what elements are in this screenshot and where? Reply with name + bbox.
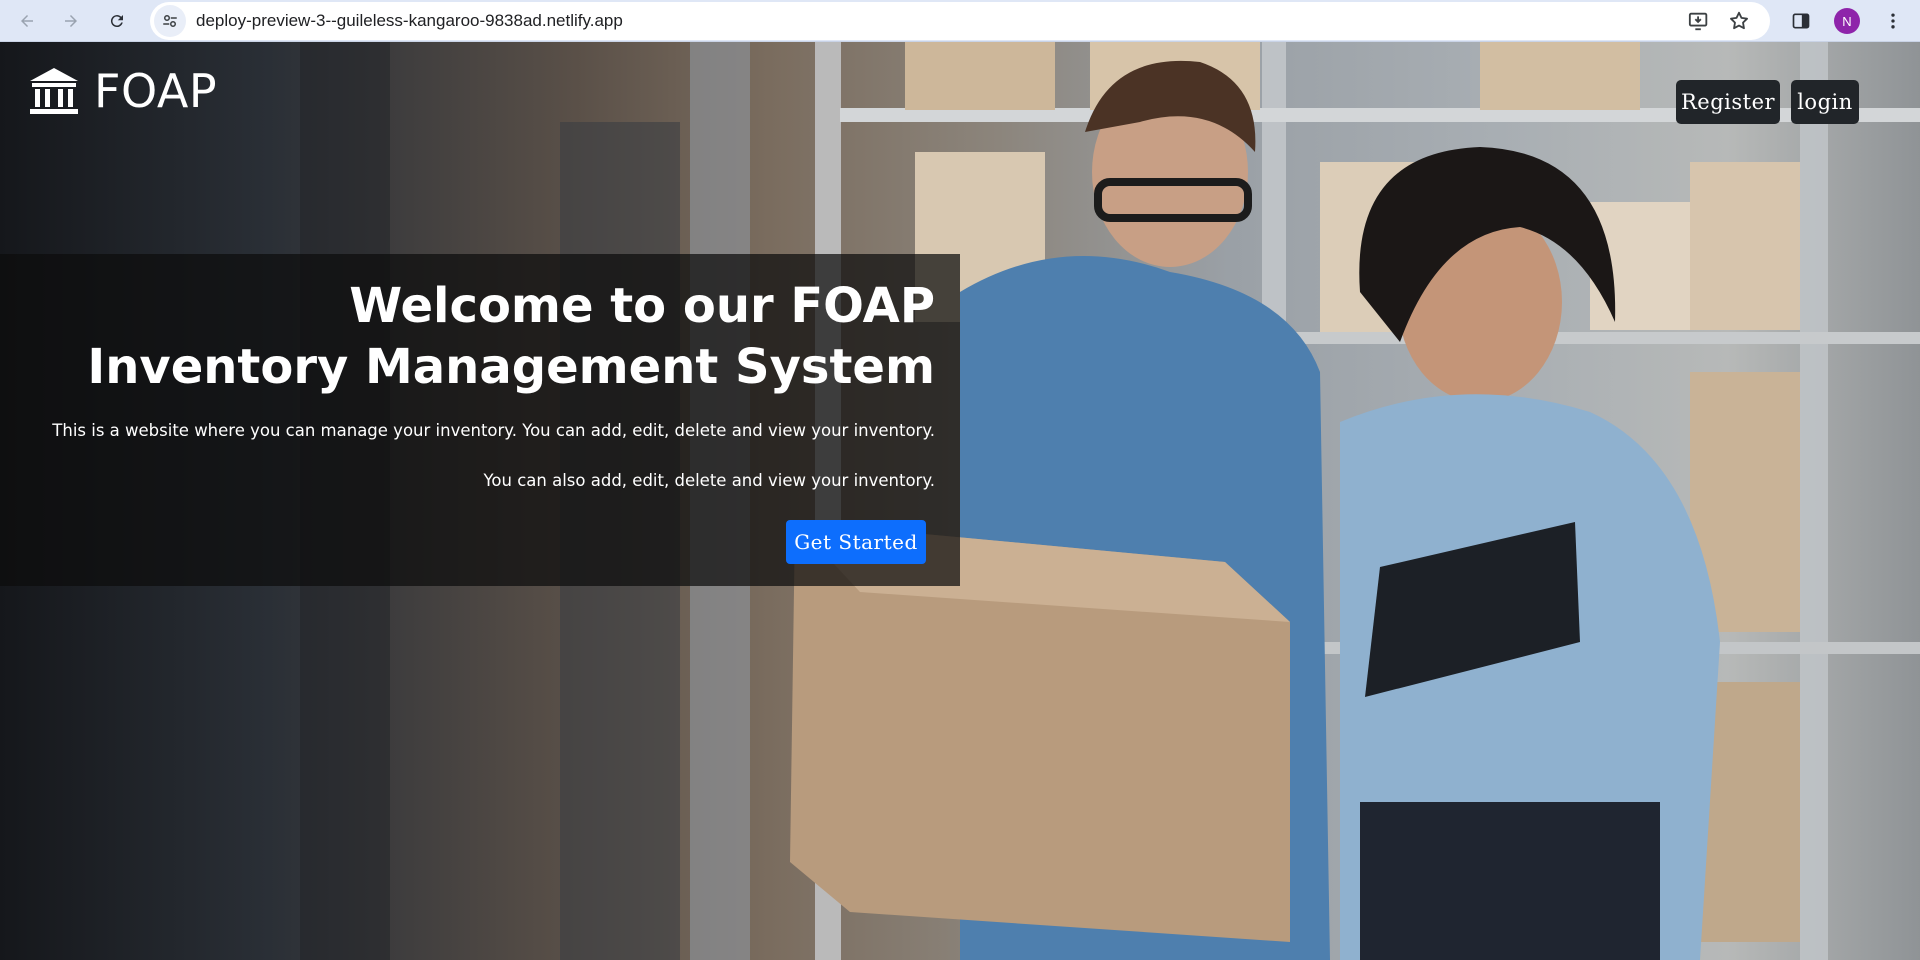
site-info-button[interactable]: [154, 5, 186, 37]
reload-button[interactable]: [102, 6, 132, 36]
arrow-left-icon: [21, 15, 33, 27]
profile-avatar[interactable]: N: [1834, 8, 1860, 34]
url-text[interactable]: deploy-preview-3--guileless-kangaroo-983…: [196, 2, 623, 40]
hero-title: Welcome to our FOAP Inventory Management…: [87, 278, 935, 395]
hero-panel: Welcome to our FOAP Inventory Management…: [0, 254, 960, 586]
forward-button[interactable]: [56, 6, 86, 36]
bank-building-icon: [30, 68, 78, 114]
bookmark-button[interactable]: [1726, 8, 1752, 34]
register-button[interactable]: Register: [1676, 80, 1780, 124]
tune-icon: [163, 15, 177, 27]
star-icon: [1730, 11, 1748, 30]
hero-description-secondary: You can also add, edit, delete and view …: [483, 471, 935, 490]
back-button[interactable]: [12, 6, 42, 36]
brand-name: FOAP: [94, 64, 218, 118]
hero-description: This is a website where you can manage y…: [52, 421, 935, 440]
side-panel-button[interactable]: [1786, 6, 1816, 36]
login-button[interactable]: login: [1791, 80, 1859, 124]
install-app-icon: [1688, 12, 1708, 31]
address-bar[interactable]: deploy-preview-3--guileless-kangaroo-983…: [150, 2, 1770, 40]
landing-page: FOAP Register login Welcome to our FOAP …: [0, 42, 1920, 960]
kebab-menu-icon: [1891, 13, 1895, 29]
arrow-right-icon: [65, 15, 77, 27]
reload-icon: [110, 15, 123, 28]
browser-toolbar: deploy-preview-3--guileless-kangaroo-983…: [0, 0, 1920, 42]
browser-menu-button[interactable]: [1878, 6, 1908, 36]
brand-logo[interactable]: FOAP: [28, 62, 217, 120]
side-panel-icon: [1792, 13, 1810, 29]
get-started-button[interactable]: Get Started: [786, 520, 926, 564]
install-app-button[interactable]: [1686, 8, 1712, 34]
